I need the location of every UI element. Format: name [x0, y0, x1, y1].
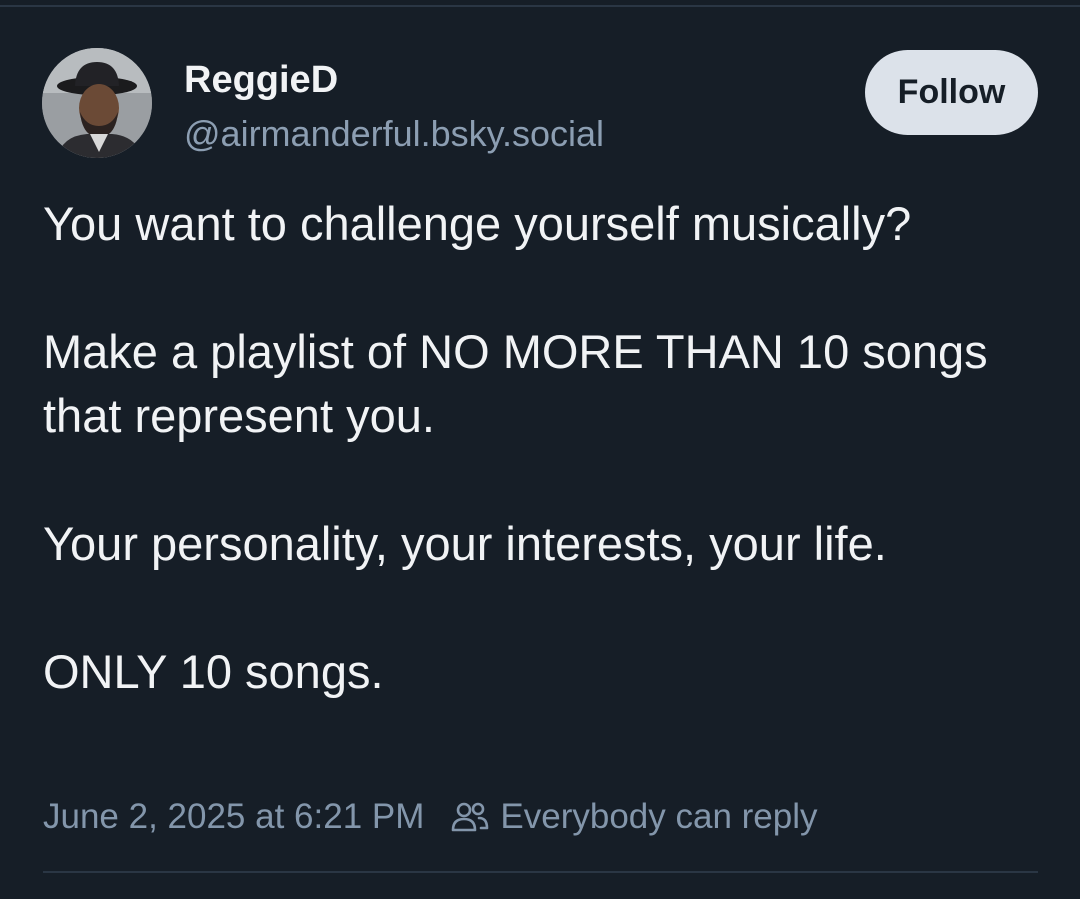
avatar[interactable] [42, 48, 152, 158]
reply-setting-label[interactable]: Everybody can reply [500, 797, 817, 837]
post-text: You want to challenge yourself musically… [43, 192, 1043, 704]
post-timestamp[interactable]: June 2, 2025 at 6:21 PM [43, 797, 424, 837]
author-handle[interactable]: @airmanderful.bsky.social [184, 112, 604, 156]
post-paragraph: Make a playlist of NO MORE THAN 10 songs… [43, 325, 988, 442]
bottom-divider [43, 871, 1038, 873]
follow-button[interactable]: Follow [865, 50, 1038, 135]
post-paragraph: You want to challenge yourself musically… [43, 197, 912, 250]
post-paragraph: Your personality, your interests, your l… [43, 517, 887, 570]
post-view: ReggieD @airmanderful.bsky.social Follow… [0, 0, 1080, 899]
avatar-image [42, 48, 152, 158]
author-display-name[interactable]: ReggieD [184, 58, 338, 102]
top-divider [0, 5, 1080, 7]
post-meta: June 2, 2025 at 6:21 PM Everybody can re… [43, 793, 818, 841]
people-icon [450, 800, 490, 834]
post-paragraph: ONLY 10 songs. [43, 645, 384, 698]
